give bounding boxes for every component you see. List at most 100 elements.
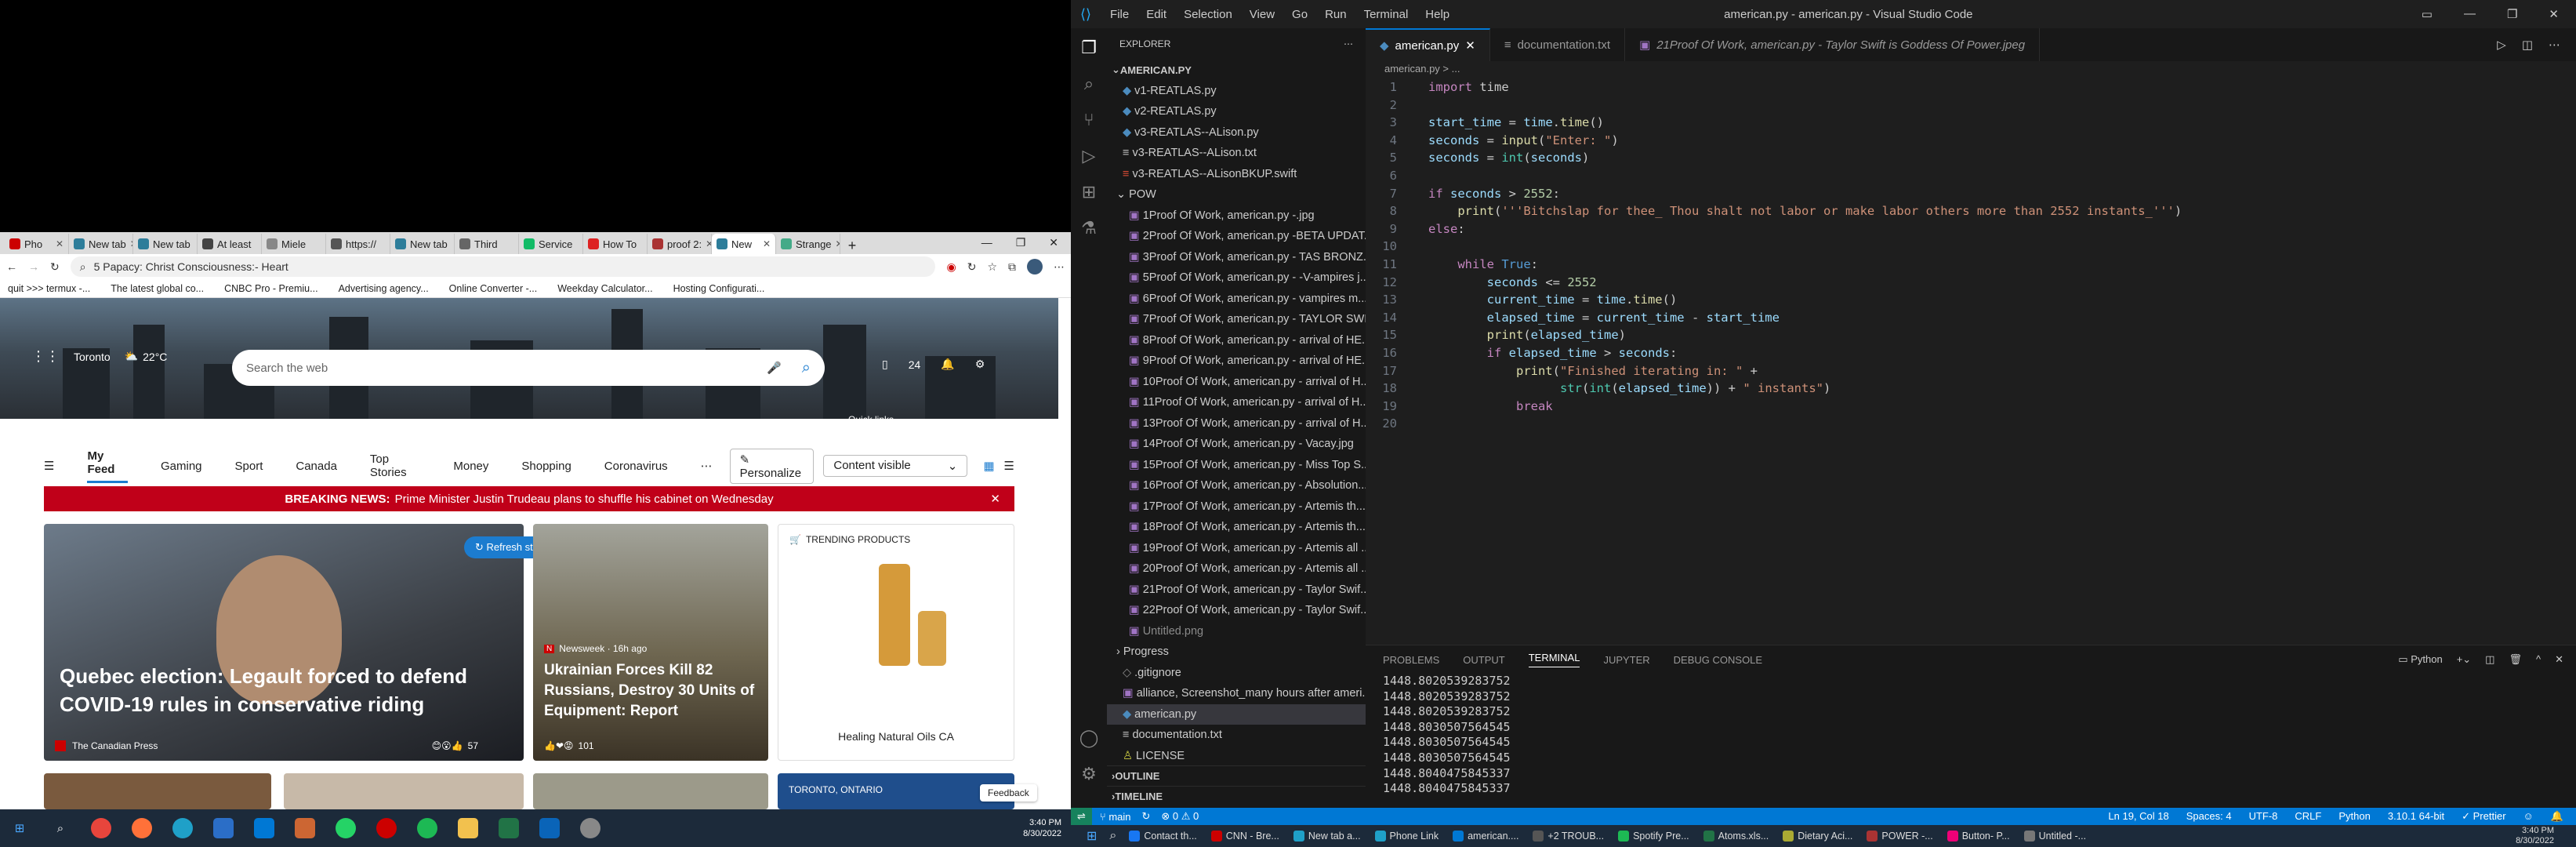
manage-gear-icon[interactable]: ⚙ [1081,764,1097,784]
tree-item[interactable]: ≡ v3-REATLAS--ALison.txt [1107,143,1366,164]
run-debug-icon[interactable]: ▷ [1083,146,1096,166]
edge-tab[interactable]: How To [583,234,648,254]
more-icon[interactable]: ⋯ [1344,38,1353,49]
remote-icon[interactable]: ⇌ [1071,808,1092,825]
news-card[interactable] [284,773,524,809]
bookmark[interactable]: quit >>> termux -... [8,283,90,294]
explorer-icon[interactable]: ❐ [1081,38,1097,58]
tree-item[interactable]: ◆ v2-REATLAS.py [1107,101,1366,122]
timeline-section[interactable]: › TIMELINE [1107,786,1366,807]
app-icon[interactable] [295,818,315,838]
like-background-button[interactable]: ⤢ Like this background? [931,425,1033,437]
new-tab-button[interactable]: + [840,238,864,254]
prettier-status[interactable]: ✓ Prettier [2462,810,2505,823]
url-box[interactable]: ⌕ 5 Papacy: Christ Consciousness:- Heart [70,256,936,277]
outlook-icon[interactable] [539,818,560,838]
bookmark[interactable]: Advertising agency... [339,283,429,294]
taskbar-app[interactable]: Contact th... [1129,831,1197,842]
new-terminal-icon[interactable]: +⌄ [2457,653,2471,666]
taskbar-app[interactable]: american.... [1453,831,1518,842]
spotify-icon[interactable] [417,818,437,838]
trash-icon[interactable]: 🗑 [2509,653,2522,666]
settings-gear-icon[interactable]: ⚙ [975,358,985,371]
opera-icon[interactable] [376,818,397,838]
python-interpreter[interactable]: 3.10.1 64-bit [2388,810,2444,823]
panel-tab-problems[interactable]: PROBLEMS [1383,654,1439,666]
nav-my-feed[interactable]: My Feed [87,449,128,483]
tree-item[interactable]: ▣ 11Proof Of Work, american.py - arrival… [1107,392,1366,413]
edge-tab[interactable]: Pho ✕ [5,234,69,254]
forward-icon[interactable]: → [28,260,39,273]
feedback-icon[interactable]: ☺ [2523,810,2534,823]
tree-item[interactable]: ▣ 19Proof Of Work, american.py - Artemis… [1107,538,1366,559]
tree-item[interactable]: ▣ 1Proof Of Work, american.py -.jpg [1107,205,1366,227]
restore-icon[interactable]: ❐ [1016,236,1026,249]
trending-products-card[interactable]: 🛒 TRENDING PRODUCTS Healing Natural Oils … [778,524,1014,761]
tree-item[interactable]: ▣ 5Proof Of Work, american.py - -V-ampir… [1107,267,1366,289]
news-card[interactable] [44,773,271,809]
favorites-icon[interactable]: ☆ [987,260,997,274]
taskbar-app[interactable]: New tab a... [1293,831,1361,842]
microphone-icon[interactable]: 🎤 [767,361,782,375]
menu-edit[interactable]: Edit [1146,8,1166,21]
news-card-quebec[interactable]: Quebec election: Legault forced to defen… [44,524,524,761]
close-icon[interactable]: ✕ [56,238,63,249]
close-icon[interactable]: ✕ [990,492,1000,506]
tree-item[interactable]: ▣ 6Proof Of Work, american.py - vampires… [1107,289,1366,310]
edge-tab[interactable]: Service [519,234,583,254]
source-control-icon[interactable]: ⑂ [1083,110,1094,130]
restore-icon[interactable]: ❐ [2507,7,2517,21]
pause-video-button[interactable]: ❚❚ Pause video [848,426,919,437]
edge-tab-active[interactable]: New ✕ [712,234,776,254]
code-editor[interactable]: 1 import time 2 3 start_time = time.time() 4 s… [1366,78,2576,643]
more-icon[interactable]: ⋯ [701,459,713,473]
tree-item[interactable]: ▣ 17Proof Of Work, american.py - Artemis… [1107,496,1366,518]
reactions[interactable]: 😊😮👍 57 [432,740,478,751]
tree-item[interactable]: ▣ 7Proof Of Work, american.py - TAYLOR S… [1107,309,1366,330]
code-line[interactable]: if seconds > 2552: [1428,185,1560,203]
tree-item[interactable]: ◆ american.py [1107,703,1366,725]
breaking-news-banner[interactable]: BREAKING NEWS: Prime Minister Justin Tru… [44,486,1014,511]
tree-item[interactable]: ⌄ POW [1107,184,1366,205]
menu-file[interactable]: File [1110,8,1129,21]
sync-icon[interactable]: ↻ [1142,810,1151,823]
taskbar-app[interactable]: POWER -... [1867,831,1933,842]
split-terminal-icon[interactable]: ◫ [2485,653,2494,666]
tree-item[interactable]: ▣ 2Proof Of Work, american.py -BETA UPDA… [1107,226,1366,247]
rewards-points[interactable]: 24 [909,358,921,371]
close-window-icon[interactable]: ✕ [1049,236,1058,249]
nav-sport[interactable]: Sport [235,460,263,473]
menu-icon[interactable]: ☰ [0,459,54,473]
maximize-icon[interactable]: ^ [2536,653,2541,666]
quick-links[interactable]: Quick links [848,414,894,425]
search-icon[interactable]: ⌕ [1084,74,1094,94]
tree-item[interactable]: ▣ alliance, Screenshot_many hours after … [1107,683,1366,704]
taskbar-app[interactable]: Spotify Pre... [1618,831,1689,842]
edge-tab[interactable]: Third [455,234,519,254]
content-visible-select[interactable]: Content visible ⌄ [823,455,968,477]
tree-item[interactable]: ▣ 22Proof Of Work, american.py - Taylor … [1107,600,1366,621]
workspace-root[interactable]: ⌄ AMERICAN.PY [1107,60,1366,81]
run-icon[interactable]: ▷ [2497,38,2506,52]
search-icon[interactable]: ⌕ [50,818,71,838]
tab-documentation[interactable]: ≡ documentation.txt [1490,28,1625,61]
close-window-icon[interactable]: ✕ [2549,7,2559,21]
weather-card[interactable]: TORONTO, ONTARIO [778,773,1014,809]
extension-icon[interactable]: ◉ [946,260,956,274]
terminal-output[interactable]: 1448.8020539283752 1448.8020539283752 1448… [1366,674,2576,797]
code-line[interactable]: start_time = time.time() [1428,114,1604,132]
cursor-position[interactable]: Ln 19, Col 18 [2108,810,2168,823]
nav-canada[interactable]: Canada [296,460,337,473]
taskbar-app[interactable]: Untitled -... [2023,831,2086,842]
notifications-bell-icon[interactable]: 🔔 [941,358,954,371]
taskbar-app[interactable]: Phone Link [1374,831,1439,842]
tree-item[interactable]: ≡ documentation.txt [1107,725,1366,746]
tree-item[interactable]: ▣ 21Proof Of Work, american.py - Taylor … [1107,580,1366,601]
tree-item[interactable]: ▣ 14Proof Of Work, american.py - Vacay.j… [1107,434,1366,455]
nav-gaming[interactable]: Gaming [161,460,202,473]
menu-help[interactable]: Help [1425,8,1449,21]
language-mode[interactable]: Python [2338,810,2370,823]
search-icon[interactable]: ⌕ [1109,829,1116,843]
edge-tab[interactable]: Miele [262,234,326,254]
taskbar-app[interactable]: +2 TROUB... [1533,831,1604,842]
